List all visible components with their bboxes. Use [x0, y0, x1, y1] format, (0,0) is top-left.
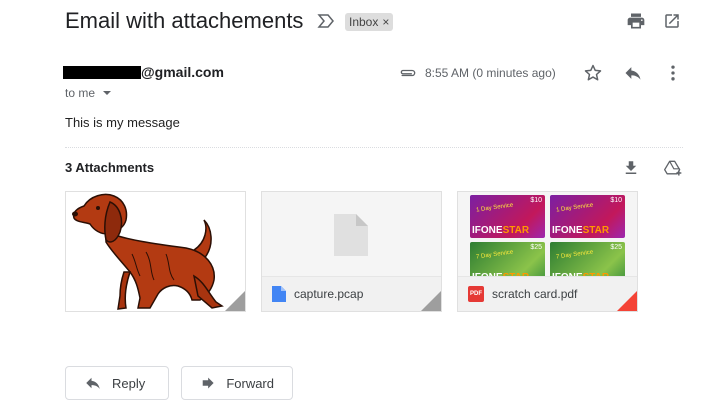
attachment-clip-icon	[400, 69, 416, 77]
download-all-button[interactable]	[620, 157, 642, 179]
attachment-card-image[interactable]	[65, 191, 246, 312]
add-to-drive-button[interactable]	[662, 157, 684, 179]
forward-button[interactable]: Forward	[181, 366, 293, 400]
scratch-card-brand-b: STAR	[502, 225, 530, 236]
attachment-footer: capture.pcap	[262, 276, 441, 311]
recipient-details-toggle[interactable]: to me	[65, 86, 112, 100]
reply-icon	[86, 377, 100, 389]
inbox-label-text: Inbox	[349, 15, 379, 29]
scratch-card-brand-b: STAR	[582, 225, 610, 236]
card-corner-fold	[421, 291, 441, 311]
chevron-down-icon	[103, 91, 112, 95]
add-to-drive-icon	[664, 160, 682, 176]
reply-icon	[625, 67, 641, 80]
dog-illustration	[72, 193, 224, 310]
generic-file-icon	[272, 286, 286, 302]
card-corner-fold	[617, 291, 637, 311]
scratch-card-price: $10	[610, 197, 622, 204]
message-body: This is my message	[65, 115, 180, 130]
attachments-title: 3 Attachments	[65, 160, 155, 175]
sender-email[interactable]: @gmail.com	[141, 64, 224, 80]
recipient-text: to me	[65, 86, 96, 100]
star-icon	[584, 64, 602, 81]
scratch-card-brand: IFONESTAR	[472, 225, 529, 236]
more-options-button[interactable]	[662, 62, 684, 84]
generic-file-thumbnail-icon	[334, 214, 368, 256]
scratch-card-promo: 1 Day Service	[555, 202, 594, 214]
scratch-card-price: $10	[530, 197, 542, 204]
remove-label-icon[interactable]: ×	[382, 15, 389, 29]
redacted-sender-name	[63, 66, 141, 79]
scratch-card-price: $25	[610, 244, 622, 251]
scratch-card-price: $25	[530, 244, 542, 251]
attachment-footer: PDF scratch card.pdf	[458, 276, 637, 311]
scratch-card-preview: $10 1 Day Service IFONESTAR	[550, 195, 625, 238]
attachment-filename: capture.pcap	[294, 287, 364, 301]
card-corner-fold	[225, 291, 245, 311]
reply-button-label: Reply	[112, 375, 146, 391]
attachment-filename: scratch card.pdf	[492, 287, 578, 301]
email-subject: Email with attachements	[65, 8, 304, 33]
more-vert-icon	[671, 65, 675, 81]
print-button[interactable]	[625, 10, 647, 32]
open-in-new-window-icon	[665, 14, 679, 28]
attachment-card-pdf[interactable]: $10 1 Day Service IFONESTAR $10 1 Day Se…	[457, 191, 638, 312]
attachments-divider	[65, 147, 683, 148]
scratch-card-brand-a: IFONE	[472, 225, 503, 236]
inbox-label-chip[interactable]: Inbox ×	[345, 13, 394, 31]
star-button[interactable]	[582, 62, 604, 84]
print-icon	[627, 13, 645, 29]
attachment-card-pcap[interactable]: capture.pcap	[261, 191, 442, 312]
reply-button[interactable]: Reply	[65, 366, 169, 400]
forward-button-label: Forward	[226, 375, 274, 391]
scratch-card-brand: IFONESTAR	[552, 225, 609, 236]
scratch-card-preview: $10 1 Day Service IFONESTAR	[470, 195, 545, 238]
scratch-card-promo: 1 Day Service	[475, 202, 514, 214]
reply-icon-button[interactable]	[622, 62, 644, 84]
scratch-card-promo: 7 Day Service	[475, 249, 514, 261]
scratch-card-brand-a: IFONE	[552, 225, 583, 236]
scratch-card-promo: 7 Day Service	[555, 249, 594, 261]
download-all-icon	[625, 161, 637, 174]
forward-icon	[202, 377, 214, 389]
message-timestamp: 8:55 AM (0 minutes ago)	[425, 66, 556, 80]
open-in-new-window-button[interactable]	[661, 10, 683, 32]
label-arrow-icon	[317, 14, 334, 28]
pdf-icon: PDF	[468, 286, 484, 302]
